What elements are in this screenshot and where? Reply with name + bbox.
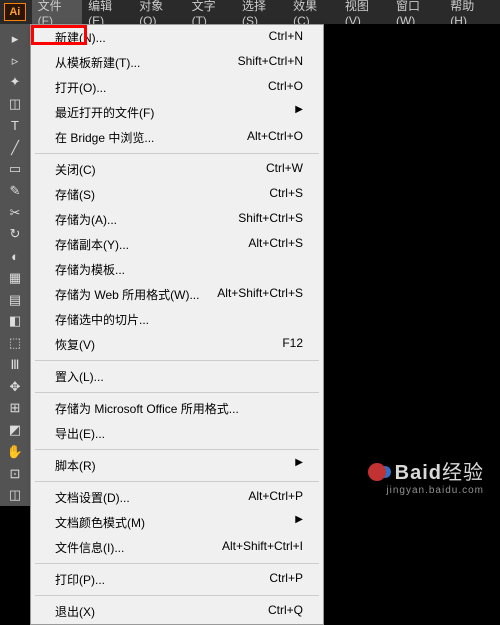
- menu-item-shortcut: Ctrl+W: [266, 161, 303, 178]
- menu-separator: [35, 360, 319, 361]
- menu-item-shortcut: Ctrl+P: [269, 571, 303, 588]
- menu-item-26[interactable]: 打印(P)... Ctrl+P: [31, 567, 323, 592]
- menu-item-label: 存储为(A)...: [55, 211, 117, 228]
- menu-item-2[interactable]: 打开(O)... Ctrl+O: [31, 75, 323, 100]
- menu-item-28[interactable]: 退出(X) Ctrl+Q: [31, 599, 323, 624]
- menu-item-label: 置入(L)...: [55, 368, 104, 385]
- menu-item-label: 存储(S): [55, 186, 95, 203]
- menu-item-1[interactable]: 从模板新建(T)... Shift+Ctrl+N: [31, 50, 323, 75]
- toolbar-left: ▸▹✦◫T╱▭✎✂↻◐▦▤◧⬚Ⅲ✥⊞◩✋⊡◫: [0, 24, 30, 506]
- menu-item-shortcut: Ctrl+Q: [268, 603, 303, 620]
- menu-item-23[interactable]: 文档颜色模式(M) ▶: [31, 510, 323, 535]
- menu-item-4[interactable]: 在 Bridge 中浏览... Alt+Ctrl+O: [31, 125, 323, 150]
- menu-item-label: 在 Bridge 中浏览...: [55, 129, 154, 146]
- menu-item-label: 存储选中的切片...: [55, 311, 149, 328]
- file-menu-dropdown: 新建(N)... Ctrl+N 从模板新建(T)... Shift+Ctrl+N 打开(…: [30, 24, 324, 625]
- tool-16[interactable]: ✥: [3, 377, 27, 397]
- menu-item-shortcut: Alt+Ctrl+P: [248, 489, 303, 506]
- menu-item-shortcut: Shift+Ctrl+N: [238, 54, 303, 71]
- tool-8[interactable]: ✂: [3, 203, 27, 223]
- menu-item-13[interactable]: 恢复(V) F12: [31, 332, 323, 357]
- menu-item-shortcut: Alt+Ctrl+O: [247, 129, 303, 146]
- chevron-right-icon: ▶: [295, 514, 303, 531]
- menu-item-11[interactable]: 存储为 Web 所用格式(W)... Alt+Shift+Ctrl+S: [31, 282, 323, 307]
- menu-item-shortcut: Ctrl+O: [268, 79, 303, 96]
- menu-item-10[interactable]: 存储为模板...: [31, 257, 323, 282]
- menu-item-22[interactable]: 文档设置(D)... Alt+Ctrl+P: [31, 485, 323, 510]
- tool-19[interactable]: ✋: [3, 442, 27, 462]
- menu-item-shortcut: Ctrl+N: [269, 29, 303, 46]
- menu-item-20[interactable]: 脚本(R) ▶: [31, 453, 323, 478]
- menu-item-9[interactable]: 存储副本(Y)... Alt+Ctrl+S: [31, 232, 323, 257]
- tool-1[interactable]: ▹: [3, 51, 27, 71]
- tool-18[interactable]: ◩: [3, 420, 27, 440]
- menu-item-label: 存储为 Web 所用格式(W)...: [55, 286, 199, 303]
- watermark-logo: Baid经验: [368, 456, 484, 485]
- menu-separator: [35, 153, 319, 154]
- menu-separator: [35, 481, 319, 482]
- menu-item-shortcut: F12: [282, 336, 303, 353]
- tool-3[interactable]: ◫: [3, 94, 27, 114]
- tool-21[interactable]: ◫: [3, 485, 27, 505]
- menu-item-label: 新建(N)...: [55, 29, 106, 46]
- menu-item-8[interactable]: 存储为(A)... Shift+Ctrl+S: [31, 207, 323, 232]
- menu-item-15[interactable]: 置入(L)...: [31, 364, 323, 389]
- menu-item-3[interactable]: 最近打开的文件(F) ▶: [31, 100, 323, 125]
- tool-5[interactable]: ╱: [3, 138, 27, 158]
- menu-item-label: 恢复(V): [55, 336, 95, 353]
- menu-separator: [35, 449, 319, 450]
- watermark: Baid经验 jingyan.baidu.com: [368, 456, 484, 496]
- menu-item-label: 关闭(C): [55, 161, 96, 178]
- menu-item-label: 存储为模板...: [55, 261, 125, 278]
- menu-item-label: 脚本(R): [55, 457, 96, 474]
- menu-item-label: 文档颜色模式(M): [55, 514, 145, 531]
- tool-12[interactable]: ▤: [3, 290, 27, 310]
- menu-item-6[interactable]: 关闭(C) Ctrl+W: [31, 157, 323, 182]
- menu-item-label: 文档设置(D)...: [55, 489, 130, 506]
- menu-item-shortcut: Alt+Shift+Ctrl+I: [222, 539, 303, 556]
- chevron-right-icon: ▶: [295, 104, 303, 121]
- menu-item-label: 存储为 Microsoft Office 所用格式...: [55, 400, 239, 417]
- tool-7[interactable]: ✎: [3, 181, 27, 201]
- menu-item-17[interactable]: 存储为 Microsoft Office 所用格式...: [31, 396, 323, 421]
- menu-item-shortcut: Shift+Ctrl+S: [238, 211, 303, 228]
- menu-item-7[interactable]: 存储(S) Ctrl+S: [31, 182, 323, 207]
- app-logo: Ai: [4, 3, 26, 21]
- tool-17[interactable]: ⊞: [3, 398, 27, 418]
- tool-14[interactable]: ⬚: [3, 333, 27, 353]
- tool-11[interactable]: ▦: [3, 268, 27, 288]
- menu-item-label: 打印(P)...: [55, 571, 105, 588]
- menu-separator: [35, 563, 319, 564]
- menu-item-shortcut: Alt+Shift+Ctrl+S: [217, 286, 303, 303]
- chevron-right-icon: ▶: [295, 457, 303, 474]
- menu-item-label: 文件信息(I)...: [55, 539, 124, 556]
- tool-6[interactable]: ▭: [3, 159, 27, 179]
- tool-10[interactable]: ◐: [3, 246, 27, 266]
- menu-item-label: 打开(O)...: [55, 79, 106, 96]
- menu-item-0[interactable]: 新建(N)... Ctrl+N: [31, 25, 323, 50]
- menu-separator: [35, 595, 319, 596]
- app-header: Ai 文件(F)编辑(E)对象(O)文字(T)选择(S)效果(C)视图(V)窗口…: [0, 0, 500, 24]
- menu-item-label: 退出(X): [55, 603, 95, 620]
- tool-0[interactable]: ▸: [3, 29, 27, 49]
- watermark-url: jingyan.baidu.com: [368, 485, 484, 496]
- menu-item-12[interactable]: 存储选中的切片...: [31, 307, 323, 332]
- tool-13[interactable]: ◧: [3, 312, 27, 332]
- tool-9[interactable]: ↻: [3, 225, 27, 245]
- menu-item-label: 最近打开的文件(F): [55, 104, 154, 121]
- menu-item-shortcut: Ctrl+S: [269, 186, 303, 203]
- tool-2[interactable]: ✦: [3, 72, 27, 92]
- menu-separator: [35, 392, 319, 393]
- menu-item-label: 从模板新建(T)...: [55, 54, 140, 71]
- menu-item-label: 存储副本(Y)...: [55, 236, 129, 253]
- tool-15[interactable]: Ⅲ: [3, 355, 27, 375]
- tool-4[interactable]: T: [3, 116, 27, 136]
- tool-20[interactable]: ⊡: [3, 464, 27, 484]
- menu-item-18[interactable]: 导出(E)...: [31, 421, 323, 446]
- menu-item-24[interactable]: 文件信息(I)... Alt+Shift+Ctrl+I: [31, 535, 323, 560]
- menu-item-shortcut: Alt+Ctrl+S: [248, 236, 303, 253]
- menu-item-label: 导出(E)...: [55, 425, 105, 442]
